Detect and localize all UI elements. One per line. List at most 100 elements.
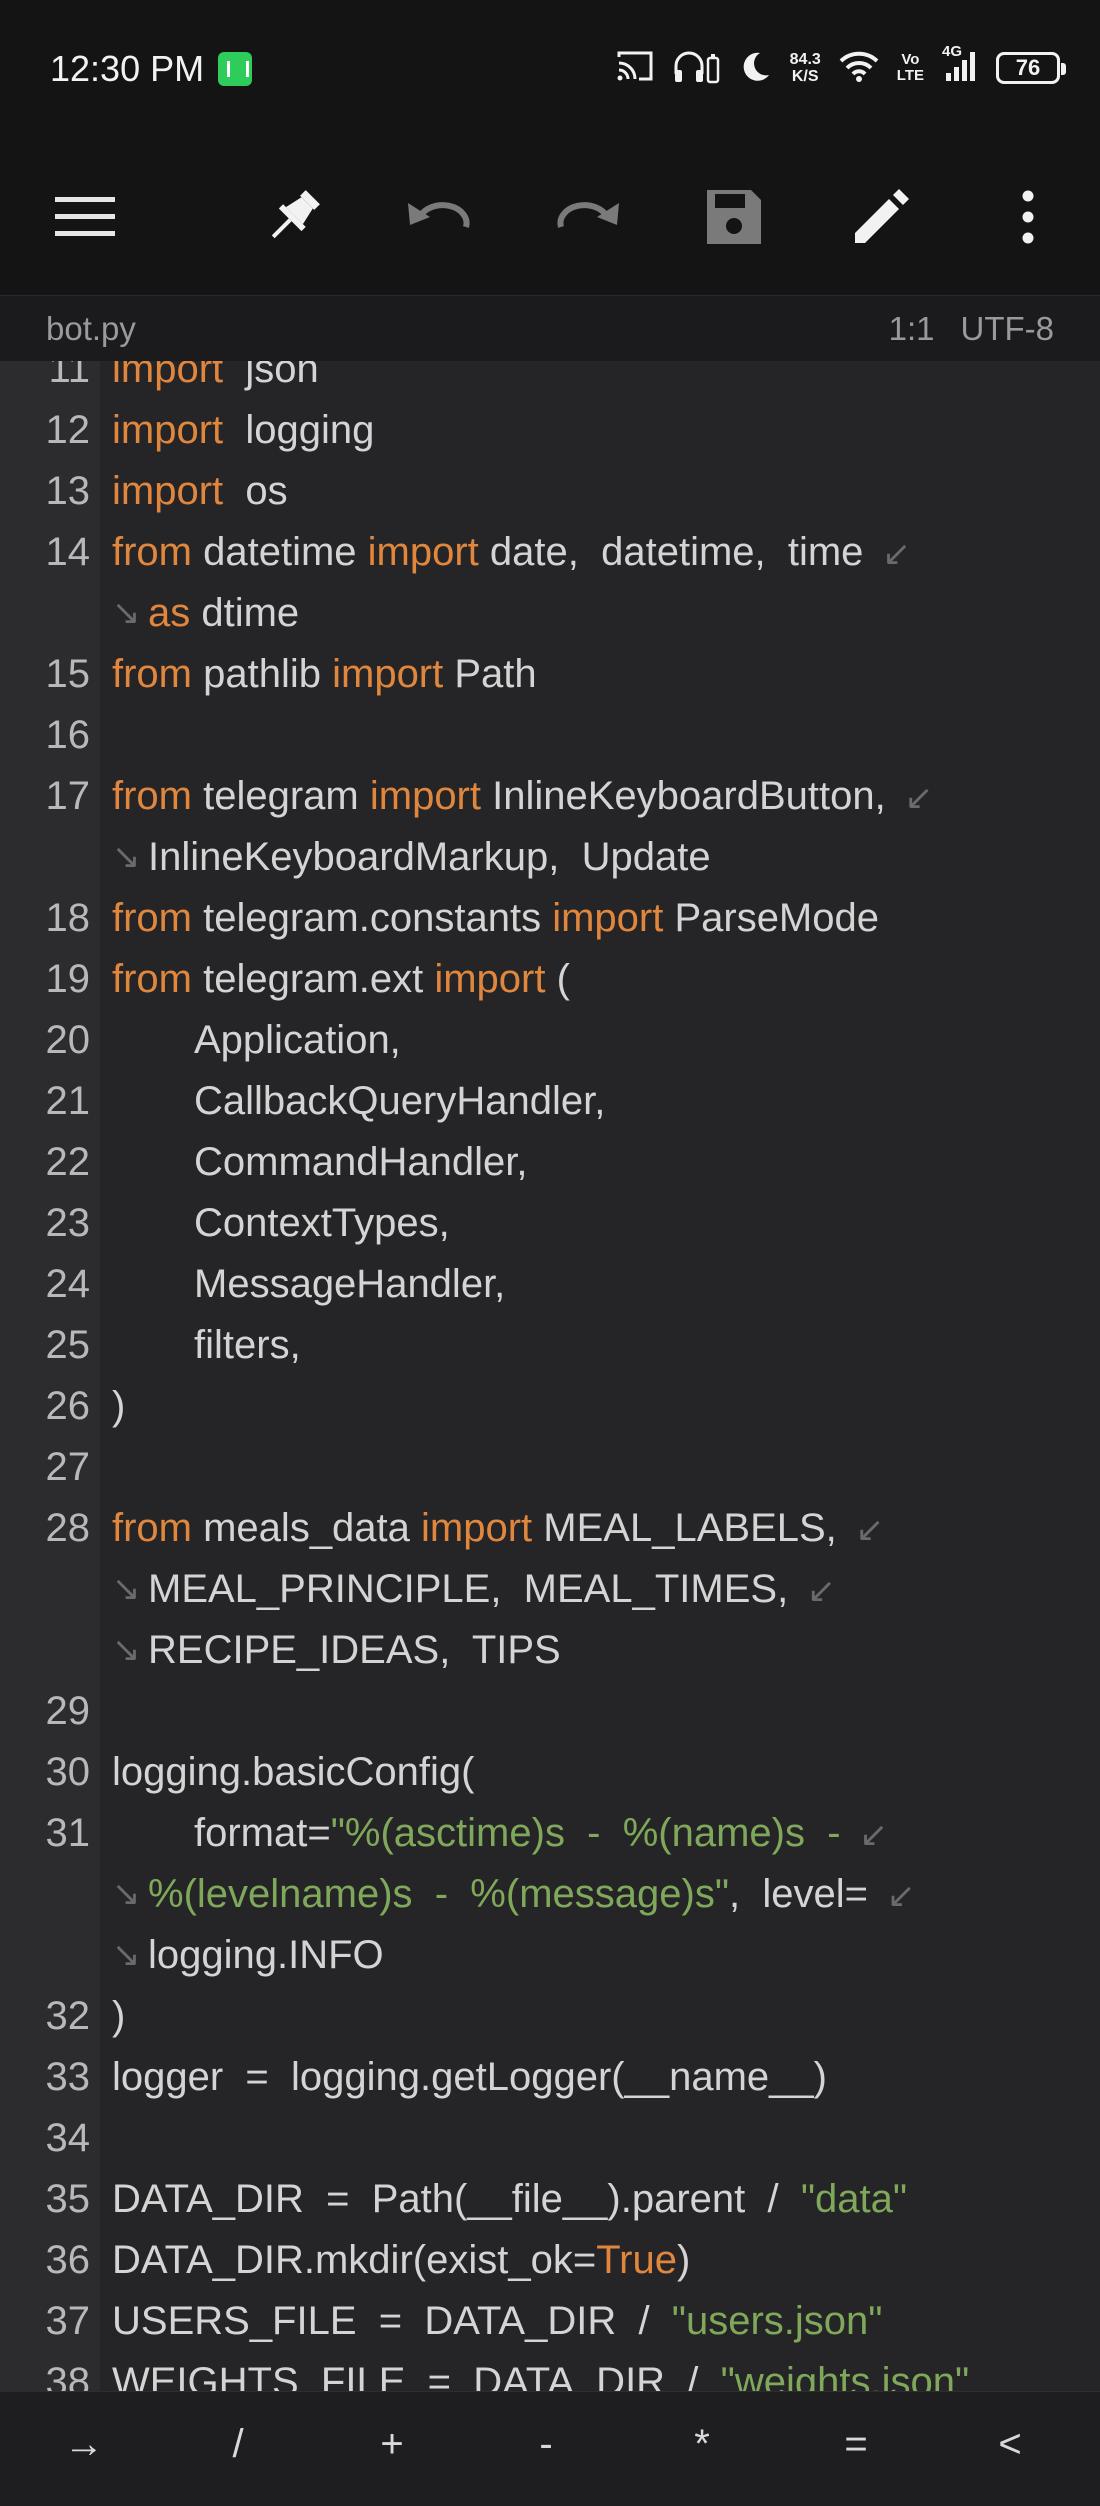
code-text: as dtime	[148, 583, 299, 644]
code-token: logger = logging.getLogger(__name__)	[112, 2055, 827, 2099]
code-editor[interactable]: 11 import json 12 import logging 13 import os…	[0, 361, 1100, 2391]
pin-icon[interactable]	[253, 177, 333, 257]
code-text: ContextTypes,	[194, 1193, 450, 1254]
string-token: "users.json"	[671, 2299, 883, 2343]
code-token: ParseMode	[663, 896, 879, 940]
code-token: WEIGHTS_FILE = DATA_DIR /	[112, 2360, 721, 2391]
code-token: datetime	[192, 530, 368, 574]
code-text: from meals_data import MEAL_LABELS, ↙	[112, 1498, 884, 1561]
code-text: %(levelname)s - %(message)s", level= ↙	[148, 1864, 915, 1927]
code-text: MessageHandler,	[194, 1254, 505, 1315]
code-text: logging.basicConfig(	[112, 1742, 474, 1803]
line-number: 35	[45, 2177, 91, 2221]
code-line: 28 from meals_data import MEAL_LABELS, ↙	[0, 1498, 1100, 1559]
volte-top: Vo	[901, 51, 920, 68]
code-text: Application,	[194, 1010, 401, 1071]
key-arrow[interactable]: →	[34, 2422, 134, 2467]
key-equals[interactable]: =	[806, 2422, 906, 2467]
code-token: logging.basicConfig(	[112, 1750, 475, 1794]
keyword-token: import	[367, 530, 479, 574]
file-encoding[interactable]: UTF-8	[961, 310, 1055, 348]
code-line: 30 logging.basicConfig(	[0, 1742, 1100, 1803]
code-token: json	[223, 361, 319, 391]
key-slash[interactable]: /	[188, 2422, 288, 2467]
code-token: )	[112, 1384, 126, 1428]
code-token: DATA_DIR.mkdir(exist_ok=	[112, 2238, 597, 2282]
code-text: from datetime import date, datetime, tim…	[112, 522, 911, 585]
save-icon[interactable]	[694, 177, 774, 257]
cursor-position: 1:1	[888, 310, 935, 347]
code-token: telegram.constants	[192, 896, 553, 940]
wrap-icon: ↙	[836, 1511, 885, 1549]
key-plus[interactable]: +	[342, 2422, 442, 2467]
line-number: 28	[45, 1506, 91, 1550]
battery-level: 76	[1015, 55, 1041, 80]
keyword-token: import	[421, 1506, 533, 1550]
code-token: MessageHandler,	[194, 1262, 506, 1306]
code-line: ↘ logging.INFO	[0, 1925, 1100, 1986]
keyword-token: from	[112, 1506, 192, 1550]
line-number: 12	[45, 408, 91, 452]
code-token: MEAL_LABELS,	[532, 1506, 837, 1550]
string-token: %(levelname)s - %(message)s"	[148, 1872, 730, 1916]
keyword-token: import	[112, 408, 224, 452]
keyword-token: import	[332, 652, 444, 696]
status-time: 12:30 PM	[50, 48, 205, 89]
editor-toolbar	[0, 140, 1100, 295]
wrap-icon: ↙	[788, 1572, 836, 1610]
line-number: 21	[45, 1079, 91, 1123]
wrap-icon: ↙	[885, 779, 934, 817]
code-token: CommandHandler,	[194, 1140, 528, 1184]
code-line: ↘ InlineKeyboardMarkup, Update	[0, 827, 1100, 888]
key-minus[interactable]: -	[496, 2422, 596, 2467]
line-number: 33	[45, 2055, 91, 2099]
code-text: DATA_DIR.mkdir(exist_ok=True)	[112, 2230, 690, 2291]
code-text: import logging	[112, 400, 374, 461]
code-token: DATA_DIR = Path(__file__).parent /	[112, 2177, 801, 2221]
network-type: 4G	[942, 42, 963, 60]
wrap-icon: ↙	[863, 535, 911, 573]
keyword-token: from	[112, 774, 192, 818]
line-number: 11	[48, 361, 90, 391]
file-info-bar: bot.py 1:1 UTF-8	[0, 295, 1100, 361]
code-token: MEAL_PRINCIPLE, MEAL_TIMES,	[148, 1567, 789, 1611]
keyword-token: from	[112, 957, 192, 1001]
code-line: ↘ MEAL_PRINCIPLE, MEAL_TIMES, ↙	[0, 1559, 1100, 1620]
code-token: logging.INFO	[148, 1933, 384, 1977]
code-line: ↘ %(levelname)s - %(message)s", level= ↙	[0, 1864, 1100, 1925]
undo-icon[interactable]	[400, 177, 480, 257]
more-vert-icon[interactable]	[988, 177, 1068, 257]
code-line: 14 from datetime import date, datetime, t…	[0, 522, 1100, 583]
file-name[interactable]: bot.py	[46, 310, 136, 348]
code-line: 27	[0, 1437, 1100, 1498]
line-number: 32	[45, 1994, 91, 2038]
file-meta: 1:1 UTF-8	[889, 310, 1054, 348]
symbol-key-bar: → / + - * = <	[0, 2391, 1100, 2506]
code-text: CallbackQueryHandler,	[194, 1071, 605, 1132]
code-text: logging.INFO	[148, 1925, 384, 1986]
code-line: 31 format="%(asctime)s - %(name)s - ↙	[0, 1803, 1100, 1864]
keyword-token: True	[596, 2238, 677, 2282]
line-number: 23	[45, 1201, 91, 1245]
menu-icon[interactable]	[45, 177, 125, 257]
code-line: 22 CommandHandler,	[0, 1132, 1100, 1193]
wrap-continue-icon: ↘	[112, 1936, 141, 1974]
line-number: 15	[45, 652, 91, 696]
code-line: 23 ContextTypes,	[0, 1193, 1100, 1254]
wrap-continue-icon: ↘	[112, 1570, 141, 1608]
wrap-icon: ↙	[867, 1877, 916, 1915]
line-number: 30	[45, 1750, 91, 1794]
redo-icon[interactable]	[547, 177, 627, 257]
key-asterisk[interactable]: *	[652, 2422, 752, 2467]
code-line: 36 DATA_DIR.mkdir(exist_ok=True)	[0, 2230, 1100, 2291]
code-line: 26)	[0, 1376, 1100, 1437]
code-line: 16	[0, 705, 1100, 766]
code-token: logging	[223, 408, 375, 452]
edit-icon[interactable]	[841, 177, 921, 257]
battery-indicator: 76	[996, 52, 1066, 84]
code-line: 35 DATA_DIR = Path(__file__).parent / "da…	[0, 2169, 1100, 2230]
code-text: from telegram.constants import ParseMode	[112, 888, 879, 949]
code-text: )	[112, 1376, 125, 1437]
key-less-than[interactable]: <	[960, 2422, 1060, 2467]
code-line: 32)	[0, 1986, 1100, 2047]
